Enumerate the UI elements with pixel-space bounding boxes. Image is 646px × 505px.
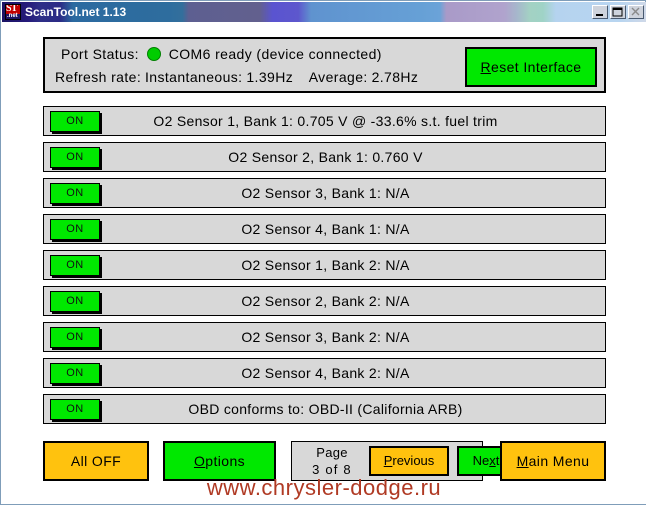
close-icon <box>631 7 640 16</box>
row-label: O2 Sensor 4, Bank 1: N/A <box>241 221 410 237</box>
port-status-line: Port Status: COM6 ready (device connecte… <box>61 44 382 64</box>
table-row: O2 Sensor 3, Bank 2: N/A ON <box>43 322 606 352</box>
instantaneous-value: 1.39Hz <box>246 69 294 85</box>
table-row: OBD conforms to: OBD-II (California ARB)… <box>43 394 606 424</box>
row-toggle-button[interactable]: ON <box>50 255 100 276</box>
main-menu-label: ain Menu <box>528 453 590 469</box>
row-label: O2 Sensor 2, Bank 2: N/A <box>241 293 410 309</box>
row-label: OBD conforms to: OBD-II (California ARB) <box>188 401 463 417</box>
options-button[interactable]: Options <box>163 441 276 481</box>
row-toggle-button[interactable]: ON <box>50 147 100 168</box>
next-label-prefix: Ne <box>472 453 490 468</box>
page-indicator-line1: Page <box>316 445 348 460</box>
row-label: O2 Sensor 4, Bank 2: N/A <box>241 365 410 381</box>
table-row: O2 Sensor 1, Bank 2: N/A ON <box>43 250 606 280</box>
row-toggle-button[interactable]: ON <box>50 183 100 204</box>
reset-interface-label: eset Interface <box>491 59 582 75</box>
options-label: ptions <box>205 453 246 469</box>
port-status-value: COM6 ready (device connected) <box>168 46 382 62</box>
row-toggle-button[interactable]: ON <box>50 219 100 240</box>
table-row: O2 Sensor 2, Bank 2: N/A ON <box>43 286 606 316</box>
table-row: O2 Sensor 2, Bank 1: 0.760 V ON <box>43 142 606 172</box>
row-label: O2 Sensor 2, Bank 1: 0.760 V <box>228 149 423 165</box>
row-label: O2 Sensor 1, Bank 2: N/A <box>241 257 410 273</box>
port-status-label: Port Status: <box>61 46 139 62</box>
application-window: ST .net ScanTool.net 1.13 Port Status: C… <box>0 0 646 505</box>
row-label: O2 Sensor 3, Bank 2: N/A <box>241 329 410 345</box>
bottom-button-bar: All OFF Options Page 3 of 8 Previous Nex… <box>43 439 606 485</box>
row-label: O2 Sensor 3, Bank 1: N/A <box>241 185 410 201</box>
previous-page-button[interactable]: Previous <box>369 446 449 476</box>
page-indicator: Page 3 of 8 <box>298 444 366 478</box>
page-indicator-line2: 3 of 8 <box>312 462 352 477</box>
table-row: O2 Sensor 1, Bank 1: 0.705 V @ -33.6% s.… <box>43 106 606 136</box>
options-accelerator: O <box>193 453 206 469</box>
status-panel: Port Status: COM6 ready (device connecte… <box>43 37 606 93</box>
all-off-button[interactable]: All OFF <box>43 441 149 481</box>
maximize-icon <box>612 7 623 17</box>
reset-interface-accelerator: R <box>480 59 492 75</box>
minimize-icon <box>596 14 603 16</box>
average-label: Average: <box>308 69 368 85</box>
row-toggle-button[interactable]: ON <box>50 363 100 384</box>
close-button[interactable] <box>628 5 644 19</box>
table-row: O2 Sensor 3, Bank 1: N/A ON <box>43 178 606 208</box>
app-logo-icon: ST .net <box>5 4 21 20</box>
row-toggle-button[interactable]: ON <box>50 327 100 348</box>
average-value: 2.78Hz <box>371 69 419 85</box>
app-logo-secondary-text: .net <box>7 13 18 19</box>
next-label-suffix: t <box>495 453 500 468</box>
row-toggle-button[interactable]: ON <box>50 111 100 132</box>
client-area: Port Status: COM6 ready (device connecte… <box>2 22 646 504</box>
minimize-button[interactable] <box>592 5 608 19</box>
row-label: O2 Sensor 1, Bank 1: 0.705 V @ -33.6% s.… <box>153 113 498 129</box>
refresh-rate-line: Refresh rate: Instantaneous: 1.39Hz Aver… <box>55 67 418 87</box>
instantaneous-label: Instantaneous: <box>145 69 243 85</box>
refresh-rate-label: Refresh rate: <box>55 69 142 85</box>
sensor-row-list: O2 Sensor 1, Bank 1: 0.705 V @ -33.6% s.… <box>43 106 606 430</box>
row-toggle-button[interactable]: ON <box>50 399 100 420</box>
main-menu-button[interactable]: Main Menu <box>500 441 606 481</box>
table-row: O2 Sensor 4, Bank 1: N/A ON <box>43 214 606 244</box>
page-navigation-group: Page 3 of 8 Previous Next <box>291 441 515 481</box>
maximize-button[interactable] <box>610 5 626 19</box>
previous-label: revious <box>392 453 435 468</box>
window-title: ScanTool.net 1.13 <box>25 5 127 19</box>
row-toggle-button[interactable]: ON <box>50 291 100 312</box>
main-menu-accelerator: M <box>516 453 529 469</box>
reset-interface-button[interactable]: Reset Interface <box>465 47 597 87</box>
table-row: O2 Sensor 4, Bank 2: N/A ON <box>43 358 606 388</box>
title-bar[interactable]: ST .net ScanTool.net 1.13 <box>2 2 646 22</box>
port-status-led-icon <box>146 47 161 61</box>
